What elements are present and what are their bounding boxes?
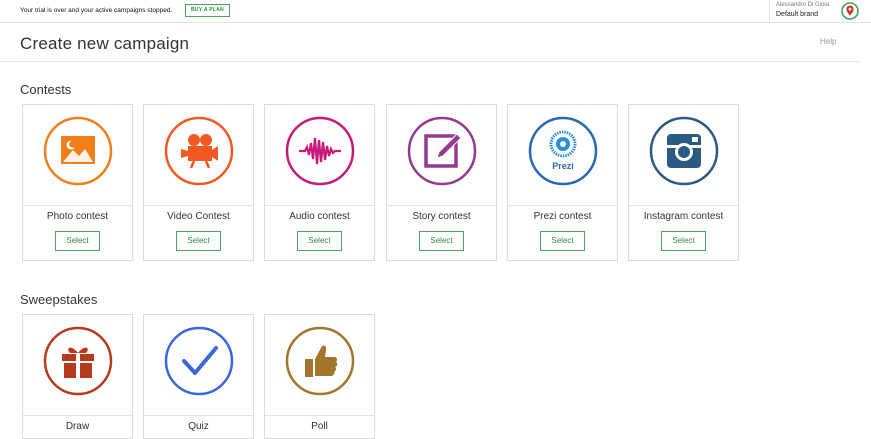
card-story-contest[interactable]: Story contest Select	[386, 104, 497, 261]
card-quiz[interactable]: Quiz	[143, 314, 254, 439]
contests-section-title: Contests	[20, 82, 72, 97]
card-photo-contest[interactable]: Photo contest Select	[22, 104, 133, 261]
card-label: Photo contest	[46, 211, 109, 222]
card-label: Video Contest	[167, 211, 230, 222]
card-label: Story contest	[412, 211, 471, 222]
card-label: Prezi contest	[533, 211, 592, 222]
brand-name: Default brand	[776, 11, 819, 18]
instagram-icon	[649, 116, 719, 186]
svg-text:Prezi: Prezi	[552, 161, 574, 171]
select-audio-contest-button[interactable]: Select	[297, 231, 342, 251]
help-link[interactable]: Help	[820, 37, 836, 46]
card-label: Instagram contest	[643, 211, 724, 222]
user-name: Alessandro Di Gioia	[776, 2, 830, 8]
select-instagram-contest-button[interactable]: Select	[661, 231, 706, 251]
prezi-icon: Prezi	[528, 116, 598, 186]
sweepstakes-section-title: Sweepstakes	[20, 292, 98, 307]
select-photo-contest-button[interactable]: Select	[55, 231, 100, 251]
location-pin-logo-icon[interactable]	[841, 2, 859, 20]
divider	[0, 61, 860, 62]
account-menu[interactable]: Alessandro Di Gioia Default brand	[769, 0, 839, 22]
select-video-contest-button[interactable]: Select	[176, 231, 221, 251]
card-label: Draw	[65, 421, 90, 432]
pencil-edit-icon	[407, 116, 477, 186]
card-poll[interactable]: Poll	[264, 314, 375, 439]
audio-wave-icon	[285, 116, 355, 186]
video-camera-icon	[164, 116, 234, 186]
buy-plan-button[interactable]: BUY A PLAN	[185, 4, 231, 17]
card-audio-contest[interactable]: Audio contest Select	[264, 104, 375, 261]
card-label: Poll	[311, 421, 328, 432]
card-prezi-contest[interactable]: Prezi Prezi contest Select	[507, 104, 618, 261]
top-bar: Your trial is over and your active campa…	[0, 0, 871, 23]
card-draw[interactable]: Draw	[22, 314, 133, 439]
trial-message: Your trial is over and your active campa…	[20, 7, 173, 14]
card-instagram-contest[interactable]: Instagram contest Select	[628, 104, 739, 261]
gift-icon	[43, 326, 113, 396]
card-video-contest[interactable]: Video Contest Select	[143, 104, 254, 261]
select-prezi-contest-button[interactable]: Select	[540, 231, 585, 251]
card-label: Audio contest	[289, 211, 350, 222]
select-story-contest-button[interactable]: Select	[419, 231, 464, 251]
card-label: Quiz	[188, 421, 209, 432]
page-title: Create new campaign	[20, 34, 190, 53]
photo-icon	[43, 116, 113, 186]
thumbs-up-icon	[285, 326, 355, 396]
checkmark-icon	[164, 326, 234, 396]
